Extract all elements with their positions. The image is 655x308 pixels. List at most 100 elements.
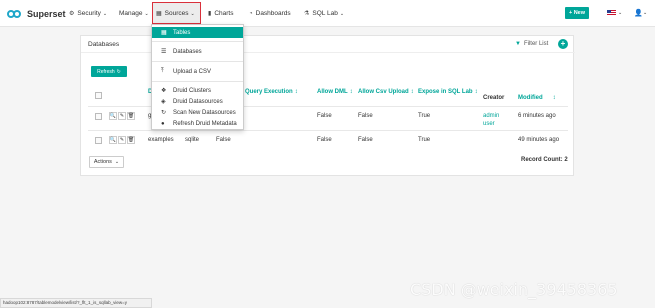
menu-item-label: Databases (173, 48, 202, 55)
sort-icon: ↕ (474, 89, 478, 95)
cell-backend: sqlite (185, 137, 200, 143)
user-icon[interactable]: 👤 (634, 9, 643, 17)
cell-creator[interactable]: admin user (483, 112, 501, 128)
flask-icon: ⚗ (304, 11, 310, 17)
menu-divider (152, 61, 243, 62)
nav-sql-lab[interactable]: ⚗ SQL Lab ⌄ (304, 8, 344, 19)
nav-charts-label: Charts (214, 10, 234, 17)
refresh-icon: ↻ (116, 68, 121, 75)
sort-icon: ↕ (552, 95, 556, 101)
menu-item-label: Scan New Datasources (173, 109, 236, 116)
menu-item-druid-clusters[interactable]: ❖ Druid Clusters (152, 85, 243, 96)
cell-database: examples (148, 137, 174, 143)
superset-logo-icon (7, 9, 23, 18)
actions-label: Actions (93, 159, 112, 165)
row-actions: 🔍 ✎ 🗑 (109, 112, 136, 120)
column-header-creator: Creator (483, 95, 505, 101)
brand[interactable]: Superset (7, 8, 66, 19)
menu-item-label: Refresh Druid Metadata (173, 120, 237, 127)
refresh-button[interactable]: Refresh ↻ (91, 66, 127, 77)
cell-expose: True (418, 137, 431, 143)
nav-manage-label: Manage (119, 10, 143, 17)
nav-dashboards-label: Dashboards (255, 10, 291, 17)
row-divider (88, 130, 568, 131)
menu-item-refresh-druid[interactable]: ● Refresh Druid Metadata (152, 118, 243, 129)
refresh-label: Refresh (97, 68, 115, 75)
top-navbar: Superset ⚙ Security ⌄ Manage ⌄ ▦ Sources… (0, 0, 655, 27)
sort-icon: ↕ (349, 89, 353, 95)
nav-sources[interactable]: ▦ Sources ⌄ (156, 8, 195, 19)
sources-dropdown-menu: ▦ Tables ☰ Databases ⤒ Upload a CSV ❖ Dr… (151, 24, 244, 130)
cubes-icon: ❖ (161, 88, 167, 94)
table-icon: ▦ (156, 11, 162, 17)
cell-modified: 6 minutes ago (518, 113, 556, 119)
refresh-icon: ↻ (161, 110, 167, 116)
delete-icon[interactable]: 🗑 (127, 136, 135, 144)
menu-item-label: Druid Datasources (173, 98, 223, 105)
filter-list-button[interactable]: ▼ Filter List (515, 41, 548, 47)
filter-list-label: Filter List (523, 41, 549, 47)
cell-expose: True (418, 113, 431, 119)
row-checkbox[interactable] (95, 137, 102, 144)
database-icon: ☰ (161, 49, 167, 55)
menu-divider (152, 41, 243, 42)
gear-icon: ⚙ (69, 11, 75, 17)
menu-item-scan-datasources[interactable]: ↻ Scan New Datasources (152, 107, 243, 118)
menu-item-label: Upload a CSV (173, 68, 212, 75)
table-icon: ▦ (161, 30, 167, 36)
nav-security-label: Security (77, 10, 101, 17)
cell-allow-csv: False (358, 137, 373, 143)
search-icon[interactable]: 🔍 (109, 136, 117, 144)
status-bar-url: hadoop102:8787/tablemodelview/list/?_flt… (0, 298, 152, 308)
nav-security[interactable]: ⚙ Security ⌄ (69, 8, 107, 19)
nav-charts[interactable]: ▮ Charts (208, 8, 233, 19)
chevron-down-icon[interactable]: ⌄ (618, 10, 622, 16)
cube-icon: ◈ (161, 99, 166, 105)
watermark-text: CSDN @weixin_39458365 (410, 280, 618, 299)
dashboard-icon: ◔ (249, 10, 253, 17)
menu-item-tables[interactable]: ▦ Tables (152, 27, 243, 38)
column-header-expose[interactable]: Expose in SQL Lab ↕ (418, 88, 478, 96)
brand-name: Superset (27, 8, 66, 19)
menu-item-druid-datasources[interactable]: ◈ Druid Datasources (152, 96, 243, 107)
record-count: Record Count: 2 (521, 157, 568, 163)
nav-manage[interactable]: Manage ⌄ (119, 8, 149, 19)
search-icon[interactable]: 🔍 (109, 112, 117, 120)
sort-icon: ↕ (410, 89, 414, 95)
cell-async: False (216, 137, 231, 143)
bar-chart-icon: ▮ (208, 11, 212, 17)
cell-allow-csv: False (358, 113, 373, 119)
edit-icon[interactable]: ✎ (118, 112, 126, 120)
chevron-down-icon: ⌄ (102, 10, 108, 17)
chevron-down-icon: ⌄ (144, 10, 149, 17)
column-header-allow-dml[interactable]: Allow DML ↕ (317, 88, 353, 96)
nav-dashboards[interactable]: ◔ Dashboards (249, 8, 291, 19)
menu-item-upload-csv[interactable]: ⤒ Upload a CSV (152, 66, 243, 77)
menu-item-label: Tables (173, 29, 191, 36)
add-record-button[interactable]: + (558, 39, 568, 49)
row-checkbox[interactable] (95, 113, 102, 120)
chevron-down-icon: ⌄ (114, 159, 120, 165)
select-all-checkbox[interactable] (95, 92, 102, 99)
chevron-down-icon: ⌄ (190, 10, 195, 17)
actions-button[interactable]: Actions ⌄ (89, 156, 124, 168)
us-flag-icon[interactable] (607, 10, 616, 16)
menu-item-databases[interactable]: ☰ Databases (152, 46, 243, 57)
delete-icon[interactable]: 🗑 (127, 112, 135, 120)
upload-icon: ⤒ (161, 68, 164, 74)
row-actions: 🔍 ✎ 🗑 (109, 136, 136, 144)
filter-icon: ▼ (515, 41, 521, 47)
new-button[interactable]: + New (565, 7, 589, 19)
nav-sources-label: Sources (164, 10, 189, 17)
cell-allow-dml: False (317, 113, 332, 119)
cell-allow-dml: False (317, 137, 332, 143)
chevron-down-icon[interactable]: ⌄ (643, 10, 647, 16)
nav-sql-lab-label: SQL Lab (312, 10, 338, 17)
column-header-modified[interactable]: Modified ↕ (518, 94, 556, 102)
menu-item-label: Druid Clusters (173, 87, 212, 94)
menu-divider (152, 81, 243, 82)
cell-modified: 49 minutes ago (518, 137, 560, 143)
edit-icon[interactable]: ✎ (118, 136, 126, 144)
column-header-allow-csv[interactable]: Allow Csv Upload ↕ (358, 88, 414, 96)
circle-icon: ● (161, 120, 165, 127)
